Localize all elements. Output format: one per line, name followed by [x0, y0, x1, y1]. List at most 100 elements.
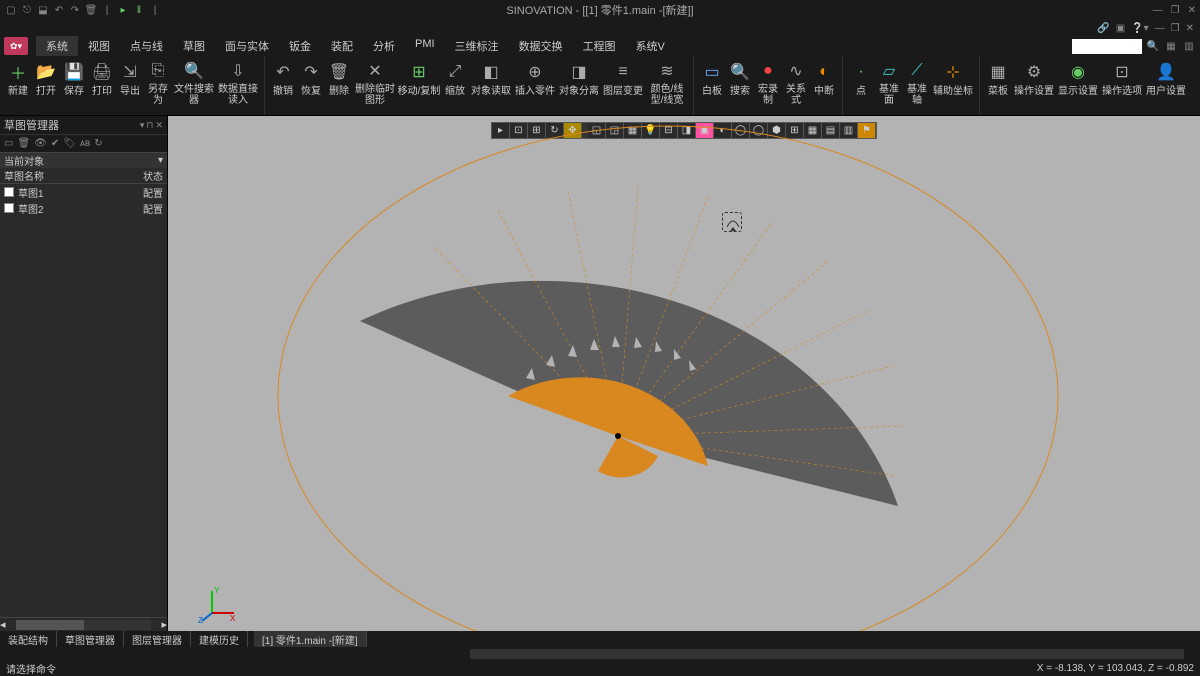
ribbon-中断[interactable]: ◐中断 — [810, 58, 838, 106]
app-logo-icon[interactable]: ✿▾ — [4, 37, 28, 55]
sb-new-icon[interactable]: ▭ — [4, 138, 13, 149]
link-icon[interactable]: 🔗 — [1097, 23, 1109, 34]
menu-三维标注[interactable]: 三维标注 — [445, 36, 509, 56]
menu-系统V[interactable]: 系统V — [626, 36, 675, 56]
help-icon[interactable]: ❔▾ — [1131, 23, 1148, 34]
progress-track — [470, 649, 1184, 659]
sb-eye-icon[interactable]: 👁 — [34, 138, 47, 149]
ribbon-基准面[interactable]: ▱基准面 — [875, 58, 903, 106]
ribbon-打开[interactable]: 📂打开 — [32, 58, 60, 106]
ribbon-显示设置[interactable]: ◉显示设置 — [1056, 58, 1100, 106]
inner-close-icon[interactable]: ✕ — [1186, 23, 1194, 34]
viewport-3d[interactable]: ▸ ⊡ ⊞ ↻ ✥ ◱ ◲ ▦ 💡 ⊟ ◨ ▣ ◐ ◯ ◯ ⬢ ⊞ ▦ ▤ ▥ … — [168, 116, 1200, 631]
inner-max-icon[interactable]: ❐ — [1171, 23, 1180, 34]
qat-sep: | — [100, 3, 114, 17]
bottom-tab-图层管理器[interactable]: 图层管理器 — [124, 631, 191, 648]
ribbon-撤销[interactable]: ↶撤销 — [269, 58, 297, 106]
ribbon-导出[interactable]: ⇲导出 — [116, 58, 144, 106]
ribbon-打印[interactable]: 🖨打印 — [88, 58, 116, 106]
menu-数据交换[interactable]: 数据交换 — [509, 36, 573, 56]
ribbon-用户设置[interactable]: 👤用户设置 — [1144, 58, 1188, 106]
ribbon-辅助坐标[interactable]: ⊹辅助坐标 — [931, 58, 975, 106]
ribbon-基准轴[interactable]: ⟋基准轴 — [903, 58, 931, 106]
ribbon-搜索[interactable]: 🔍搜索 — [726, 58, 754, 106]
ribbon-操作选项[interactable]: ⊡操作选项 — [1100, 58, 1144, 106]
scroll-left-icon[interactable]: ◂ — [0, 618, 6, 631]
search-icon[interactable]: 🔍 — [1146, 39, 1160, 53]
scroll-thumb[interactable] — [16, 620, 84, 630]
ribbon-数据直接读入[interactable]: ⇩数据直接读入 — [216, 58, 260, 106]
qat-save-icon[interactable]: ⬓ — [36, 3, 50, 17]
pin-icon[interactable]: ▾ — [140, 120, 145, 131]
ribbon-删除[interactable]: 🗑删除 — [325, 58, 353, 106]
qat-open-icon[interactable]: ⎋ — [20, 3, 34, 17]
bottom-tab-建模历史[interactable]: 建模历史 — [191, 631, 248, 648]
menu-点与线[interactable]: 点与线 — [120, 36, 173, 56]
qat-undo-icon[interactable]: ↶ — [52, 3, 66, 17]
ribbon-缩放[interactable]: ⤢缩放 — [441, 58, 469, 106]
sb-del-icon[interactable]: 🗑 — [17, 138, 30, 149]
sb-refresh-icon[interactable]: ↻ — [94, 138, 102, 149]
ribbon-白板[interactable]: ▭白板 — [698, 58, 726, 106]
ribbon-group-datum: ·点▱基准面⟋基准轴⊹辅助坐标 — [843, 56, 980, 115]
ribbon-删除临时图形[interactable]: ✕删除临时图形 — [353, 58, 397, 106]
axis-triad[interactable]: Y X Z — [198, 583, 238, 623]
ribbon-group-tool: ▭白板🔍搜索●宏录制∿关系式◐中断 — [694, 56, 843, 115]
ribbon-操作设置[interactable]: ⚙操作设置 — [1012, 58, 1056, 106]
fan-pivot-point[interactable] — [615, 433, 621, 439]
sb-ab-icon[interactable]: ᴀʙ — [80, 138, 90, 149]
bottom-tab-草图管理器[interactable]: 草图管理器 — [57, 631, 124, 648]
dropdown-icon[interactable]: ▾ — [158, 155, 163, 166]
inner-min-icon[interactable]: — — [1155, 23, 1165, 34]
ribbon-对象读取[interactable]: ◧对象读取 — [469, 58, 513, 106]
menu-钣金[interactable]: 钣金 — [279, 36, 321, 56]
sketch-row-草图2[interactable]: 草图2配置 — [0, 200, 167, 216]
ribbon-宏录制[interactable]: ●宏录制 — [754, 58, 782, 106]
checkbox[interactable] — [4, 187, 14, 197]
scroll-right-icon[interactable]: ▸ — [161, 618, 167, 631]
qat-delete-icon[interactable]: 🗑 — [84, 3, 98, 17]
ribbon-点[interactable]: ·点 — [847, 58, 875, 106]
ribbon-移动/复制[interactable]: ⊞移动/复制 — [397, 58, 441, 106]
sb-check-icon[interactable]: ✔ — [51, 138, 59, 149]
ribbon-恢复[interactable]: ↷恢复 — [297, 58, 325, 106]
menu-系统[interactable]: 系统 — [36, 36, 78, 56]
pin2-icon[interactable]: ⊓ — [146, 120, 153, 131]
ribbon-新建[interactable]: ＋新建 — [4, 58, 32, 106]
maximize-icon[interactable]: ❐ — [1171, 5, 1180, 16]
close-icon[interactable]: ✕ — [1188, 5, 1196, 16]
ribbon-对象分离[interactable]: ◨对象分离 — [557, 58, 601, 106]
layout-icon[interactable]: ▥ — [1182, 39, 1196, 53]
ribbon-颜色/线型/线宽[interactable]: ≋颜色/线型/线宽 — [645, 58, 689, 106]
grid-icon[interactable]: ▦ — [1164, 39, 1178, 53]
qat-pause-icon[interactable]: ‖ — [132, 3, 146, 17]
menu-面与实体[interactable]: 面与实体 — [215, 36, 279, 56]
sidebar-close-icon[interactable]: ✕ — [155, 120, 163, 131]
qat-play-icon[interactable]: ▸ — [116, 3, 130, 17]
minimize-icon[interactable]: — — [1153, 5, 1163, 16]
qat-redo-icon[interactable]: ↷ — [68, 3, 82, 17]
menu-装配[interactable]: 装配 — [321, 36, 363, 56]
window-icon[interactable]: ▣ — [1116, 23, 1125, 34]
menu-视图[interactable]: 视图 — [78, 36, 120, 56]
bottom-tab-装配结构[interactable]: 装配结构 — [0, 631, 57, 648]
ribbon-关系式[interactable]: ∿关系式 — [782, 58, 810, 106]
ribbon-菜板[interactable]: ▦菜板 — [984, 58, 1012, 106]
sb-tag-icon[interactable]: 🏷 — [63, 138, 76, 149]
checkbox[interactable] — [4, 203, 14, 213]
sidebar-scrollbar[interactable]: ◂ ▸ — [0, 617, 167, 631]
document-tab[interactable]: [1] 零件1.main -[新建] — [254, 631, 367, 648]
qat-new-icon[interactable]: ▢ — [4, 3, 18, 17]
ribbon-图层变更[interactable]: ≡图层变更 — [601, 58, 645, 106]
sketch-row-草图1[interactable]: 草图1配置 — [0, 184, 167, 200]
menu-PMI[interactable]: PMI — [405, 36, 445, 56]
titlebar-secondary: 🔗 ▣ ❔▾ — ❐ ✕ — [0, 20, 1200, 36]
ribbon-另存为[interactable]: ⎘另存为 — [144, 58, 172, 106]
ribbon-插入零件[interactable]: ⊕插入零件 — [513, 58, 557, 106]
menu-工程图[interactable]: 工程图 — [573, 36, 626, 56]
menu-草图[interactable]: 草图 — [173, 36, 215, 56]
ribbon-文件搜索器[interactable]: 🔍文件搜索器 — [172, 58, 216, 106]
menu-分析[interactable]: 分析 — [363, 36, 405, 56]
menubar-search-input[interactable] — [1072, 39, 1142, 54]
ribbon-保存[interactable]: 💾保存 — [60, 58, 88, 106]
